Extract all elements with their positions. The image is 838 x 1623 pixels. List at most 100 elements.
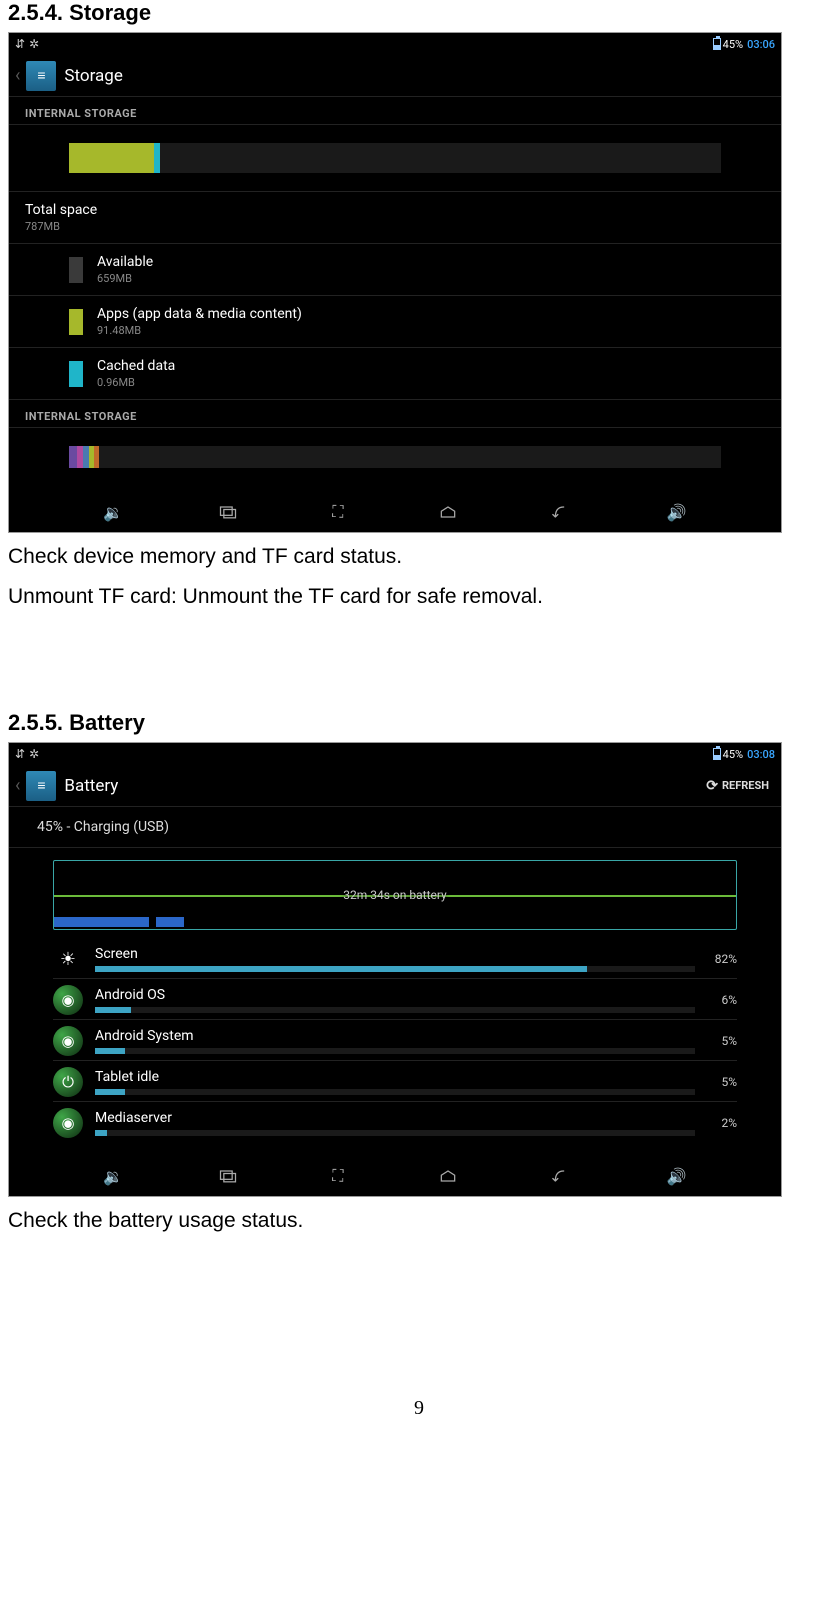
recent-apps-icon[interactable] [218,505,238,519]
usage-percent: 6% [707,993,737,1007]
total-space-value: 787MB [25,220,97,233]
storage-segment [69,143,154,173]
status-bar: ⇵ ✲ 45% 03:06 [9,33,781,55]
usage-row[interactable]: ☀ Screen 82% [9,938,781,978]
refresh-button[interactable]: ⟳ REFRESH [706,778,777,794]
usage-bar [95,1130,695,1136]
battery-chart: 32m 34s on battery [53,860,737,930]
back-icon[interactable]: ‹ [13,65,22,86]
debug-icon: ✲ [29,37,39,51]
usage-row[interactable]: ◉ Mediaserver 2% [9,1102,781,1142]
storage-item-value: 91.48MB [97,324,302,337]
desc-storage-1: Check device memory and TF card status. [8,541,830,573]
clock: 03:06 [747,38,775,51]
usage-percent: 5% [707,1075,737,1089]
usage-percent: 2% [707,1116,737,1130]
storage-item-row[interactable]: Apps (app data & media content) 91.48MB [9,296,781,348]
storage-item-row[interactable]: Available 659MB [9,244,781,296]
color-swatch [69,361,83,387]
heading-battery: 2.5.5. Battery [8,710,830,736]
desc-battery-1: Check the battery usage status. [8,1205,830,1237]
volume-down-icon[interactable]: 🔉 [103,503,123,522]
section-header: INTERNAL STORAGE [9,97,781,125]
battery-chart-row[interactable]: 32m 34s on battery [9,848,781,930]
usage-bar [95,1048,695,1054]
volume-up-icon[interactable]: 🔊 [667,503,687,522]
recent-apps-icon[interactable] [218,1169,238,1183]
storage-usage-bar [69,143,721,173]
desc-storage-2: Unmount TF card: Unmount the TF card for… [8,581,830,613]
screen-title: Storage [64,66,122,86]
strip-segment [156,917,183,927]
android-icon: ◉ [53,985,83,1015]
storage-segment [154,143,161,173]
android-icon: ◉ [53,1108,83,1138]
clock: 03:08 [747,748,775,761]
storage-item-value: 0.96MB [97,376,175,389]
battery-chart-label: 32m 34s on battery [54,888,736,902]
nav-bar: 🔉 ⛶ 🔊 [9,1156,781,1196]
battery-percent: 45% [723,748,743,761]
volume-down-icon[interactable]: 🔉 [103,1167,123,1186]
screen-icon: ☀ [53,944,83,974]
storage-item-row[interactable]: Cached data 0.96MB [9,348,781,400]
usage-name: Android OS [95,987,695,1003]
storage-usage-bar-2 [69,446,721,468]
screenshot-icon[interactable]: ⛶ [332,502,343,522]
section-header-2: INTERNAL STORAGE [9,400,781,428]
usb-icon: ⇵ [15,747,25,761]
storage-bar-row[interactable] [9,125,781,192]
usage-percent: 82% [707,952,737,966]
usage-name: Tablet idle [95,1069,695,1085]
back-nav-icon[interactable] [552,1169,572,1183]
debug-icon: ✲ [29,747,39,761]
screenshot-storage: ⇵ ✲ 45% 03:06 ‹ ≡ Storage INTERNAL STORA… [8,32,782,533]
usb-icon: ⇵ [15,37,25,51]
strip-segment [54,917,149,927]
status-bar: ⇵ ✲ 45% 03:08 [9,743,781,765]
usage-bar [95,966,695,972]
total-space-row[interactable]: Total space 787MB [9,192,781,244]
usage-name: Screen [95,946,695,962]
screenshot-icon[interactable]: ⛶ [332,1166,343,1186]
screenshot-battery: ⇵ ✲ 45% 03:08 ‹ ≡ Battery ⟳ REFRESH 45% … [8,742,782,1197]
battery-indicator: 45% [713,748,743,761]
usage-percent: 5% [707,1034,737,1048]
usage-bar [95,1089,695,1095]
home-icon[interactable] [438,505,458,519]
home-icon[interactable] [438,1169,458,1183]
storage-item-label: Cached data [97,358,175,374]
title-bar: ‹ ≡ Battery ⟳ REFRESH [9,765,781,807]
back-nav-icon[interactable] [552,505,572,519]
usage-name: Mediaserver [95,1110,695,1126]
battery-status-text: 45% - Charging (USB) [9,807,781,848]
volume-up-icon[interactable]: 🔊 [667,1167,687,1186]
settings-icon[interactable]: ≡ [26,61,56,91]
usage-row[interactable]: ⏻ Tablet idle 5% [9,1061,781,1101]
battery-percent: 45% [723,38,743,51]
screen-title: Battery [64,776,118,796]
usage-row[interactable]: ◉ Android System 5% [9,1020,781,1060]
usage-bar [95,1007,695,1013]
usage-row[interactable]: ◉ Android OS 6% [9,979,781,1019]
color-swatch [69,309,83,335]
back-icon[interactable]: ‹ [13,775,22,796]
total-space-label: Total space [25,202,97,218]
idle-icon: ⏻ [53,1067,83,1097]
settings-icon[interactable]: ≡ [26,771,56,801]
android-icon: ◉ [53,1026,83,1056]
storage-item-label: Apps (app data & media content) [97,306,302,322]
storage-item-value: 659MB [97,272,153,285]
storage-segment [69,446,77,468]
battery-awake-strip [54,917,736,927]
nav-bar: 🔉 ⛶ 🔊 [9,492,781,532]
storage-segment [94,446,99,468]
usage-name: Android System [95,1028,695,1044]
refresh-label: REFRESH [722,779,769,792]
refresh-icon: ⟳ [706,778,718,794]
strip-segment [149,917,156,927]
heading-storage: 2.5.4. Storage [8,0,830,26]
storage-bar-row-2[interactable] [9,428,781,486]
title-bar: ‹ ≡ Storage [9,55,781,97]
page-number: 9 [8,1397,830,1420]
